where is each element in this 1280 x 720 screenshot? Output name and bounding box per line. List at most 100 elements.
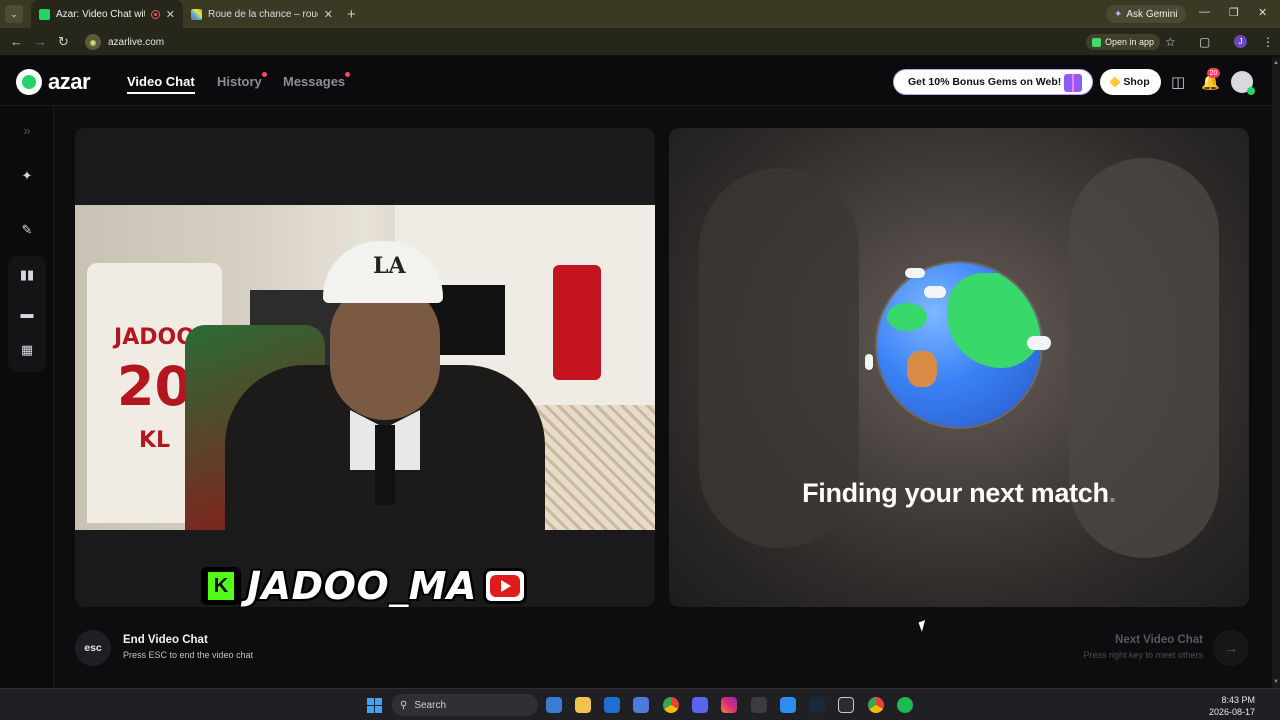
- recording-icon: [150, 9, 160, 19]
- page-scrollbar[interactable]: [1272, 57, 1280, 688]
- discord-icon[interactable]: [692, 697, 708, 713]
- close-tab-icon[interactable]: ✕: [166, 8, 175, 21]
- next-video-chat-title[interactable]: Next Video Chat: [1115, 634, 1203, 646]
- close-window-icon[interactable]: ✕: [1258, 6, 1267, 19]
- new-tab-icon[interactable]: +: [347, 6, 356, 23]
- system-clock[interactable]: 8:43 PM 2026-08-17: [1209, 694, 1255, 718]
- windows-taskbar: ⚲ Search 8:43 PM 2026-08-17: [0, 688, 1280, 720]
- tab-roue[interactable]: Roue de la chance – roue aléato ✕: [183, 0, 341, 28]
- globe-icon: [877, 263, 1041, 427]
- matching-status-text: Finding your next match: [802, 478, 1109, 508]
- cloud-icon: [924, 286, 946, 298]
- next-video-chat-button[interactable]: →: [1213, 630, 1249, 666]
- ask-gemini-button[interactable]: ✦ Ask Gemini: [1106, 5, 1186, 23]
- url-text: azarlive.com: [108, 36, 165, 48]
- layout-stacked-icon[interactable]: ▬: [19, 305, 35, 321]
- user-avatar[interactable]: [1231, 71, 1255, 95]
- tab-search-dropdown[interactable]: ⌄: [5, 5, 23, 23]
- search-icon: ⚲: [400, 699, 408, 711]
- tab-title: Roue de la chance – roue aléato: [208, 8, 318, 20]
- open-in-app-button[interactable]: Open in app: [1086, 34, 1161, 50]
- nav-video-chat[interactable]: Video Chat: [127, 74, 195, 94]
- cap-logo: LA: [373, 253, 406, 279]
- history-notification-dot: [262, 72, 267, 77]
- next-video-chat-hint: Press right key to meet others: [1083, 650, 1203, 660]
- extensions-icon[interactable]: ▢: [1199, 35, 1210, 49]
- kick-logo-icon: K: [201, 567, 241, 605]
- streamer-name-overlay: K JADOO_MA: [201, 564, 527, 607]
- file-explorer-icon[interactable]: [575, 697, 591, 713]
- app-icon: [1092, 37, 1101, 47]
- close-tab-icon[interactable]: ✕: [324, 8, 333, 21]
- webcam-feed: JADOO 20 KL LA: [75, 205, 655, 530]
- store-icon[interactable]: [633, 697, 649, 713]
- scroll-up-icon[interactable]: ▲: [1273, 60, 1279, 66]
- loading-dot: .: [1108, 478, 1117, 508]
- red-jersey: [553, 265, 601, 380]
- my-video-panel: JADOO 20 KL LA K JADOO_MA: [75, 128, 655, 607]
- outlook-icon[interactable]: [604, 697, 620, 713]
- scroll-down-icon[interactable]: ▼: [1273, 679, 1279, 685]
- tab-azar[interactable]: Azar: Video Chat with New ✕: [31, 0, 183, 28]
- reload-icon[interactable]: ↻: [58, 34, 69, 50]
- nav-messages[interactable]: Messages: [283, 74, 345, 89]
- kick-letter: K: [208, 572, 234, 600]
- chrome-icon[interactable]: [663, 697, 679, 713]
- search-label: Search: [414, 699, 447, 711]
- instagram-icon[interactable]: [721, 697, 737, 713]
- mouse-cursor: [918, 620, 929, 632]
- bonus-label: Get 10% Bonus Gems on Web!: [908, 76, 1062, 88]
- clock-date: 2026-08-17: [1208, 707, 1255, 717]
- cloud-icon: [865, 354, 873, 370]
- taskbar-search[interactable]: ⚲ Search: [392, 694, 538, 716]
- cloud-icon: [1027, 336, 1051, 350]
- app-icon[interactable]: [751, 697, 767, 713]
- browser-tab-bar: ⌄ Azar: Video Chat with New ✕ Roue de la…: [0, 0, 1280, 28]
- windows-start-icon[interactable]: [367, 698, 382, 713]
- end-video-chat-title[interactable]: End Video Chat: [123, 634, 208, 646]
- maximize-icon[interactable]: ❐: [1229, 6, 1239, 19]
- app-icon[interactable]: [838, 697, 854, 713]
- messages-notification-dot: [345, 72, 350, 77]
- back-icon[interactable]: ←: [10, 34, 23, 49]
- minimize-icon[interactable]: —: [1199, 6, 1210, 18]
- bookmark-star-icon[interactable]: ☆: [1165, 35, 1176, 49]
- expand-sidebar-icon[interactable]: »: [19, 122, 35, 138]
- app-header: azar Video Chat History Messages Get 10%…: [0, 57, 1272, 106]
- gem-icon: [1109, 76, 1122, 88]
- streamer-name: JADOO_MA: [247, 564, 477, 607]
- edit-effect-icon[interactable]: ✎: [19, 222, 35, 238]
- zoom-icon[interactable]: [780, 697, 796, 713]
- azar-favicon-icon: [39, 8, 50, 20]
- matching-status: Finding your next match.: [669, 478, 1249, 509]
- partner-video-panel: Finding your next match.: [669, 128, 1249, 607]
- spotify-icon[interactable]: [897, 697, 913, 713]
- chrome-icon[interactable]: [868, 697, 884, 713]
- forward-icon[interactable]: →: [34, 34, 47, 49]
- nav-history[interactable]: History: [217, 74, 262, 89]
- logo-text: azar: [48, 69, 91, 94]
- shop-label: Shop: [1123, 76, 1150, 88]
- steam-icon[interactable]: [809, 697, 825, 713]
- end-video-chat-button[interactable]: esc: [75, 630, 111, 666]
- browser-menu-icon[interactable]: ⋮: [1262, 35, 1274, 49]
- layout-grid-icon[interactable]: ▦: [19, 342, 35, 358]
- end-video-chat-hint: Press ESC to end the video chat: [123, 650, 254, 660]
- youtube-logo-icon: [482, 568, 527, 604]
- person-face: [330, 285, 440, 420]
- cloud-icon: [905, 268, 925, 278]
- azar-logo[interactable]: azar: [16, 69, 91, 95]
- widgets-app-icon[interactable]: [546, 697, 562, 713]
- shop-button[interactable]: Shop: [1100, 69, 1161, 95]
- browser-profile-avatar[interactable]: J: [1234, 35, 1247, 48]
- site-info-icon[interactable]: ◉: [85, 34, 101, 50]
- magic-wand-icon[interactable]: ✦: [19, 168, 35, 184]
- inbox-icon[interactable]: ◫: [1171, 73, 1185, 91]
- gift-icon: [1064, 74, 1082, 92]
- layout-side-by-side-icon[interactable]: ▮▮: [19, 267, 35, 283]
- url-field[interactable]: ◉ azarlive.com: [82, 31, 1192, 53]
- bonus-gems-button[interactable]: Get 10% Bonus Gems on Web!: [893, 69, 1093, 95]
- clock-time: 8:43 PM: [1221, 695, 1255, 705]
- gemini-sparkle-icon: ✦: [1114, 8, 1123, 20]
- open-in-app-label: Open in app: [1105, 37, 1155, 47]
